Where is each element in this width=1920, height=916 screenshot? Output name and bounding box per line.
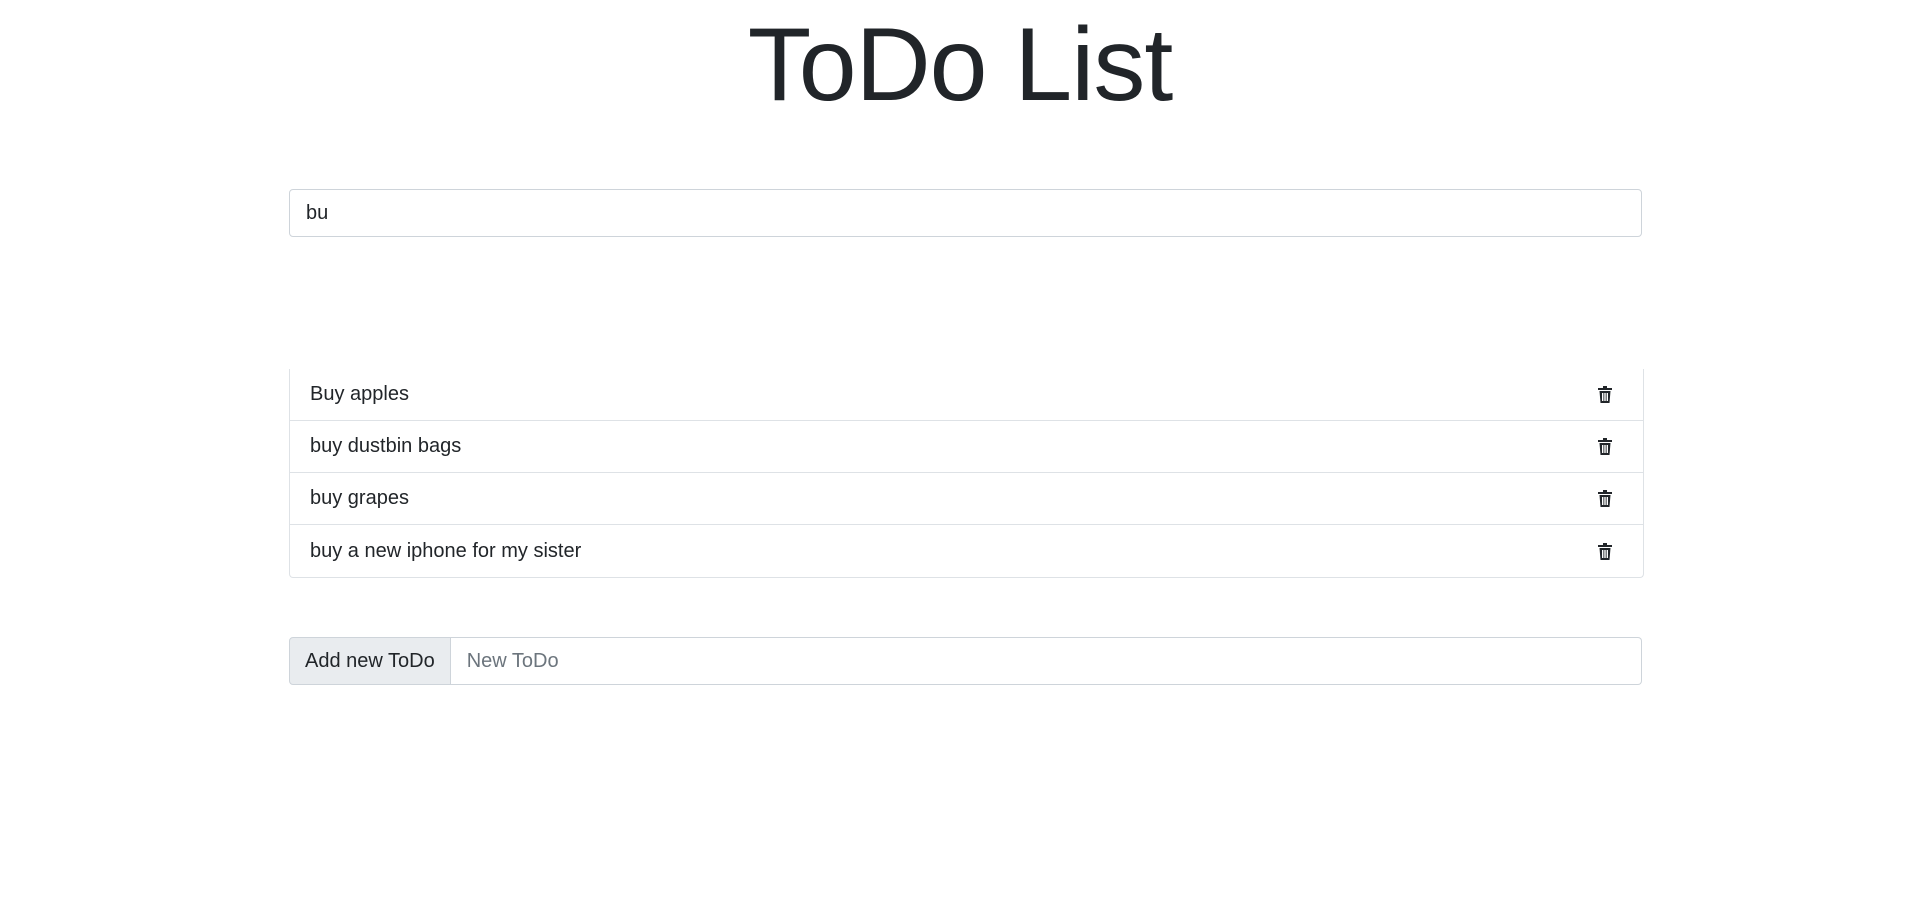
search-container bbox=[289, 189, 1642, 237]
todo-label: buy grapes bbox=[310, 487, 409, 509]
todo-label: buy dustbin bags bbox=[310, 435, 462, 457]
new-todo-input[interactable] bbox=[450, 637, 1642, 685]
add-todo-group: Add new ToDo bbox=[289, 637, 1642, 685]
todo-label: Buy apples bbox=[310, 383, 409, 405]
list-item: buy grapes bbox=[290, 473, 1643, 525]
trash-icon[interactable] bbox=[1596, 541, 1614, 561]
list-item: buy a new iphone for my sister bbox=[290, 525, 1643, 577]
add-todo-label: Add new ToDo bbox=[289, 637, 451, 685]
trash-icon[interactable] bbox=[1596, 385, 1614, 405]
list-item: buy dustbin bags bbox=[290, 421, 1643, 473]
trash-icon[interactable] bbox=[1596, 437, 1614, 457]
list-item: Buy apples bbox=[290, 369, 1643, 421]
search-input[interactable] bbox=[289, 189, 1642, 237]
page-title: ToDo List bbox=[747, 7, 1174, 123]
todo-label: buy a new iphone for my sister bbox=[310, 539, 582, 562]
todo-list: Buy apples buy dustbin bags buy grapes b… bbox=[289, 369, 1644, 578]
trash-icon[interactable] bbox=[1596, 489, 1614, 509]
page: ToDo List Buy apples buy dustbin bags bu… bbox=[0, 0, 1920, 916]
